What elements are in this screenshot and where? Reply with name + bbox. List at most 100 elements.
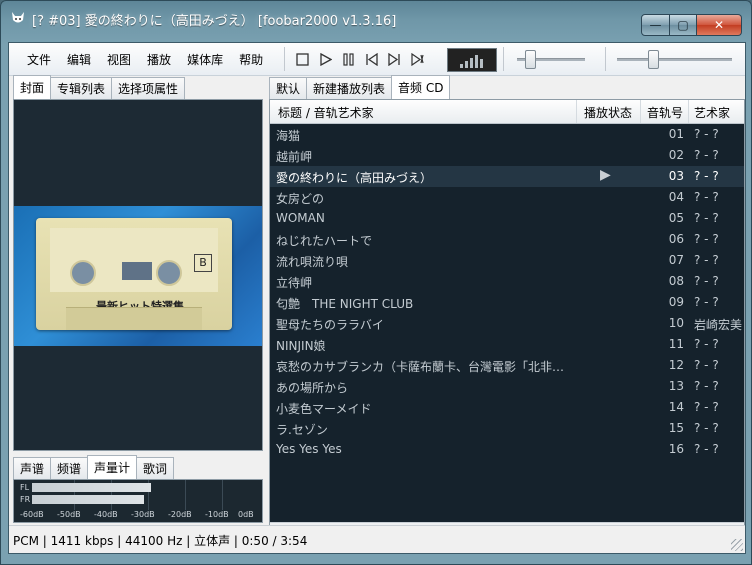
next-button[interactable] — [386, 51, 403, 68]
pause-icon — [343, 53, 354, 66]
tab-peak-meter[interactable]: 声量计 — [87, 455, 138, 479]
foobar-app-icon — [10, 10, 26, 26]
track-artist: ? - ? — [694, 169, 719, 183]
playlist-row[interactable]: あの場所から 13 ? - ? — [270, 376, 744, 397]
channel-label: FR — [20, 495, 31, 504]
track-artist: ? - ? — [694, 442, 719, 456]
tab-playlist-audio-cd[interactable]: 音频 CD — [391, 75, 451, 99]
track-artist: 岩崎宏美 — [694, 318, 743, 332]
seek-thumb[interactable] — [525, 50, 536, 69]
playlist-row[interactable]: NINJIN娘 11 ? - ? — [270, 334, 744, 355]
track-artist: ? - ? — [694, 211, 719, 225]
window-title: [? #03] 愛の終わりに（高田みづえ） [foobar2000 v1.3.1… — [32, 14, 397, 29]
menu-library[interactable]: 媒体库 — [179, 51, 231, 68]
peak-meter: FL FR -60dB -50dB -40dB -30dB -20dB -10d… — [13, 479, 263, 523]
left-tab-strip: 封面 专辑列表 选择项属性 — [13, 75, 186, 99]
random-button[interactable] — [409, 51, 426, 68]
meter-scale-label: -60dB — [20, 510, 44, 519]
tab-album-list[interactable]: 专辑列表 — [50, 77, 113, 99]
tab-playlist-new[interactable]: 新建播放列表 — [306, 77, 393, 99]
meter-bar-fl — [32, 483, 151, 492]
app-window: [? #03] 愛の終わりに（高田みづえ） [foobar2000 v1.3.1… — [0, 0, 752, 565]
track-number: 15 — [668, 421, 684, 435]
tab-selection-properties[interactable]: 选择项属性 — [111, 77, 186, 99]
track-number: 16 — [668, 442, 684, 456]
toolbar-separator — [503, 47, 504, 71]
tab-lyrics[interactable]: 歌词 — [136, 457, 175, 479]
playlist-row[interactable]: 匂艶 THE NIGHT CLUB 09 ? - ? — [270, 292, 744, 313]
volume-slider[interactable] — [617, 58, 732, 61]
next-icon — [388, 53, 400, 66]
toolbar-separator — [605, 47, 606, 71]
visualizer[interactable] — [447, 48, 497, 72]
track-title: あの場所から — [276, 381, 349, 395]
playlist-row[interactable]: 女房どの 04 ? - ? — [270, 187, 744, 208]
previous-button[interactable] — [363, 51, 380, 68]
track-artist: ? - ? — [694, 190, 719, 204]
track-number: 13 — [668, 379, 684, 393]
menu-view[interactable]: 视图 — [99, 51, 139, 68]
meter-bar-fr — [32, 495, 144, 504]
title-bar[interactable]: [? #03] 愛の終わりに（高田みづえ） [foobar2000 v1.3.1… — [0, 0, 752, 36]
column-header-artist[interactable]: 艺术家 — [694, 104, 730, 121]
track-artist: ? - ? — [694, 148, 719, 162]
track-title: 海猫 — [276, 129, 301, 143]
meter-scale-label: -30dB — [131, 510, 155, 519]
playlist-row[interactable]: ねじれたハートで 06 ? - ? — [270, 229, 744, 250]
track-artist: ? - ? — [694, 253, 719, 267]
track-number: 01 — [668, 127, 684, 141]
playlist-row[interactable]: 小麦色マーメイド 14 ? - ? — [270, 397, 744, 418]
track-number: 08 — [668, 274, 684, 288]
track-artist: ? - ? — [694, 379, 719, 393]
track-artist: ? - ? — [694, 127, 719, 141]
tab-spectrum[interactable]: 频谱 — [50, 457, 89, 479]
resize-grip-icon[interactable] — [731, 539, 743, 551]
menu-edit[interactable]: 编辑 — [59, 51, 99, 68]
playlist-row[interactable]: 流れ唄流り唄 07 ? - ? — [270, 250, 744, 271]
track-artist: ? - ? — [694, 232, 719, 246]
menu-help[interactable]: 帮助 — [231, 51, 271, 68]
playlist-row[interactable]: 海猫 01 ? - ? — [270, 124, 744, 145]
toolbar-separator — [284, 47, 285, 71]
meter-scale-label: -50dB — [57, 510, 81, 519]
track-artist: ? - ? — [694, 274, 719, 288]
menu-file[interactable]: 文件 — [19, 51, 59, 68]
tab-spectrogram[interactable]: 声谱 — [13, 457, 52, 479]
track-number: 11 — [668, 337, 684, 351]
previous-icon — [366, 53, 378, 66]
playlist-view: 标题 / 音轨艺术家 播放状态 音轨号 艺术家 海猫 01 ? - ? 越前岬 02 ? … — [269, 99, 745, 541]
column-header-status[interactable]: 播放状态 — [584, 104, 632, 121]
playlist-header: 标题 / 音轨艺术家 播放状态 音轨号 艺术家 — [270, 100, 744, 124]
pause-button[interactable] — [340, 51, 357, 68]
play-button[interactable] — [317, 51, 334, 68]
track-title: 小麦色マーメイド — [276, 402, 372, 416]
menu-bar: 文件 编辑 视图 播放 媒体库 帮助 — [19, 51, 271, 68]
close-button[interactable]: ✕ — [697, 14, 742, 36]
playlist-row[interactable]: Yes Yes Yes 16 ? - ? — [270, 439, 744, 460]
column-header-track[interactable]: 音轨号 — [647, 104, 683, 121]
client-area: 文件 编辑 视图 播放 媒体库 帮助 封面 专辑列表 选择项属性 B 声谱 频谱… — [8, 42, 746, 554]
column-header-title[interactable]: 标题 / 音轨艺术家 — [278, 104, 374, 121]
cassette-image: B 最新ヒット特選集 — [36, 218, 232, 330]
meter-scale-label: -20dB — [168, 510, 192, 519]
track-number: 12 — [668, 358, 684, 372]
tab-cover[interactable]: 封面 — [13, 75, 52, 99]
track-number: 09 — [668, 295, 684, 309]
playlist-row[interactable]: ラ.セゾン 15 ? - ? — [270, 418, 744, 439]
minimize-button[interactable]: — — [641, 14, 670, 36]
menu-playback[interactable]: 播放 — [139, 51, 179, 68]
playlist-row[interactable]: WOMAN 05 ? - ? — [270, 208, 744, 229]
track-artist: ? - ? — [694, 400, 719, 414]
playlist-row[interactable]: 越前岬 02 ? - ? — [270, 145, 744, 166]
stop-button[interactable] — [294, 51, 311, 68]
bottom-tab-strip: 声谱 频谱 声量计 歌词 — [13, 455, 175, 479]
volume-thumb[interactable] — [648, 50, 659, 69]
track-number: 06 — [668, 232, 684, 246]
meter-scale-label: 0dB — [238, 510, 254, 519]
playlist-row[interactable]: 哀愁のカサブランカ（卡薩布蘭卡、台灣電影「北非… 12 ? - ? — [270, 355, 744, 376]
playlist-row[interactable]: 愛の終わりに（高田みづえ） 03 ? - ? ▶ — [270, 166, 744, 187]
playlist-row[interactable]: 聖母たちのララバイ 10 岩崎宏美 — [270, 313, 744, 334]
maximize-button[interactable]: ▢ — [670, 14, 697, 36]
tab-playlist-default[interactable]: 默认 — [269, 77, 308, 99]
playlist-row[interactable]: 立待岬 08 ? - ? — [270, 271, 744, 292]
